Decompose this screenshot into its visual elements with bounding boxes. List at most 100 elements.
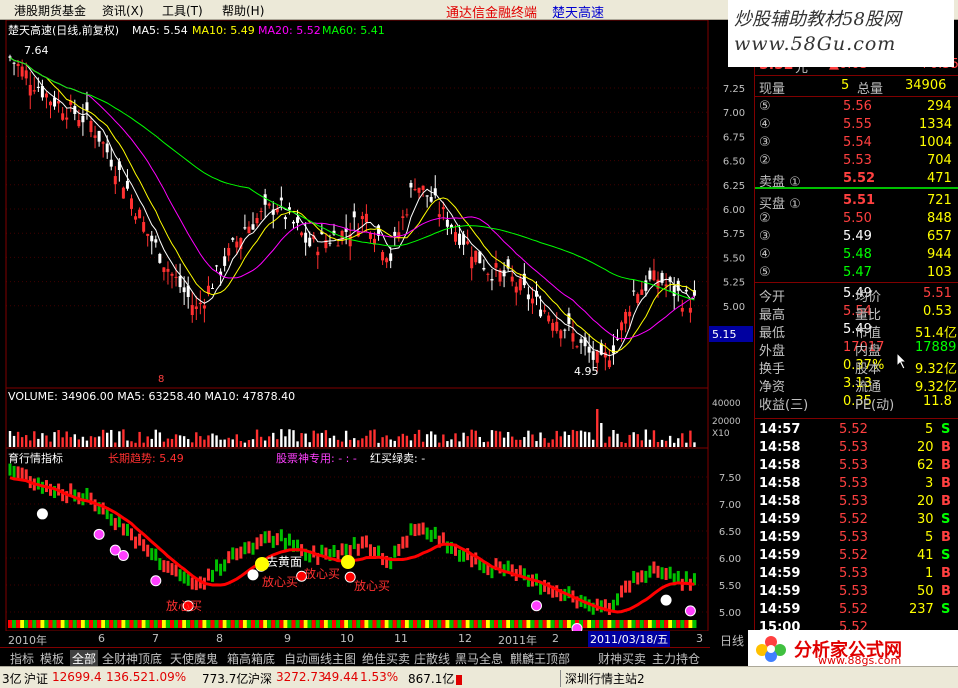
indicator-bar — [664, 567, 668, 580]
sell-level-label: ③ — [759, 135, 771, 150]
buy-level-label: ⑤ — [759, 265, 771, 280]
tab-1[interactable]: 模板 — [40, 650, 64, 667]
candle-body — [198, 302, 202, 305]
signal-strip-cell — [84, 620, 89, 628]
ind-tick-label: 5.00 — [719, 608, 741, 619]
candle-body — [28, 84, 32, 96]
indicator-bar — [409, 523, 413, 536]
tab-3[interactable]: 全财神顶底 — [102, 650, 162, 667]
volume-bar — [462, 432, 465, 447]
volume-bar — [555, 430, 558, 447]
candle-body — [482, 267, 486, 270]
signal-dot — [150, 575, 162, 587]
tab-10[interactable]: 麒麟王顶部 — [510, 650, 570, 667]
volume-bar — [592, 439, 595, 447]
chart-area[interactable]: 7.25 7.00 6.75 6.50 6.25 6.00 5.75 5.50 5.25 5.00… — [0, 20, 754, 631]
candle-body — [607, 360, 611, 368]
signal-strip-cell — [101, 620, 106, 628]
candle-body — [632, 290, 636, 292]
tab-12[interactable]: 主力持仓 — [652, 650, 700, 667]
indicator-bar — [393, 545, 397, 558]
status-hs-label[interactable]: 沪深 — [248, 670, 272, 687]
status-bar: 3亿 沪证 12699.4 136.52 1.09% 773.7亿 沪深 327… — [0, 666, 958, 688]
tab-2[interactable]: 全部 — [70, 650, 99, 667]
indicator-bar — [405, 535, 409, 548]
smiley-face-icon — [341, 555, 355, 569]
candle-body — [636, 294, 640, 303]
indicator-bar — [8, 463, 12, 476]
signal-strip-cell — [8, 620, 12, 628]
volume-bar — [446, 441, 449, 447]
candle-body — [579, 339, 583, 343]
volume-bar — [442, 434, 445, 447]
signal-strip-cell — [656, 620, 660, 628]
indicator-bar — [360, 536, 364, 549]
tab-5[interactable]: 箱高箱底 — [227, 650, 275, 667]
candle-body — [300, 232, 304, 236]
candle-body — [101, 142, 105, 144]
signal-strip-cell — [396, 620, 401, 628]
tick-row: 14:57 5.52 5 S — [755, 421, 958, 439]
candle-body — [97, 130, 101, 142]
indicator-bar — [636, 572, 640, 585]
indicator-bar — [644, 570, 648, 583]
volume-bar — [146, 436, 149, 447]
menu-item-help[interactable]: 帮助(H) — [222, 2, 264, 19]
smiley-face-icon — [255, 557, 269, 571]
volume-bar — [308, 442, 311, 447]
volume-bar — [312, 430, 315, 447]
volume-bar — [640, 440, 643, 447]
tab-8[interactable]: 庄散线 — [414, 650, 450, 667]
candle-body — [385, 258, 389, 263]
signal-strip-cell — [44, 620, 49, 628]
volume-bar — [693, 442, 696, 447]
candle-body — [587, 346, 591, 353]
candle-body — [121, 187, 125, 199]
candle-body — [620, 322, 624, 331]
total-volume: 34906 — [905, 78, 947, 93]
date-current: 2011/03/18/五 — [588, 631, 671, 647]
chart-grid: 7.25 7.00 6.75 6.50 6.25 6.00 5.75 5.50 5.25 5.00… — [6, 84, 745, 619]
tab-11[interactable]: 财神买卖 — [598, 650, 646, 667]
period-label[interactable]: 日线 — [720, 632, 744, 649]
status-sh-label[interactable]: 沪证 — [24, 670, 48, 687]
volume-bar — [316, 433, 319, 447]
signal-strip-cell — [246, 620, 251, 628]
volume-bar — [636, 434, 639, 447]
y-tick-label: 6.50 — [723, 157, 745, 168]
menu-item-hk-futures[interactable]: 港股期货基金 — [14, 2, 86, 19]
volume-bar — [486, 441, 490, 447]
tab-6[interactable]: 自动画线主图 — [284, 650, 356, 667]
tab-9[interactable]: 黑马全息 — [455, 650, 503, 667]
signal-strip-cell — [153, 620, 158, 628]
signal-dot — [571, 623, 583, 631]
candle-body — [20, 66, 24, 77]
signal-strip-cell — [530, 620, 535, 628]
menu-item-news[interactable]: 资讯(X) — [102, 2, 144, 19]
signal-strip-cell — [206, 620, 211, 628]
status-server[interactable]: 深圳行情主站2 — [560, 670, 645, 687]
candle-body — [255, 218, 259, 224]
tab-7[interactable]: 绝佳买卖 — [362, 650, 410, 667]
volume-bar — [494, 430, 498, 447]
menu-item-tools[interactable]: 工具(T) — [162, 2, 203, 19]
indicator-bar — [595, 598, 599, 611]
date-label-7: 7 — [152, 632, 159, 645]
indicator-bar — [174, 564, 178, 577]
ind-tick-label: 5.50 — [719, 581, 741, 592]
tab-0[interactable]: 指标 — [10, 650, 34, 667]
trend-line — [9, 476, 695, 614]
candle-body — [134, 216, 138, 220]
indicator-bar — [425, 527, 429, 540]
indicator-bar — [239, 546, 243, 559]
indicator-bar — [12, 465, 16, 478]
volume-bar — [470, 429, 473, 447]
signal-strip-cell — [89, 620, 93, 628]
status-hs-amount: 867.1亿 — [408, 672, 455, 686]
tab-4[interactable]: 天使魔鬼 — [170, 650, 218, 667]
indicator-bar — [433, 526, 437, 539]
signal-strip-cell — [332, 620, 336, 628]
volume-bar — [506, 431, 510, 447]
sell-level-label: ⑤ — [759, 99, 771, 114]
indicator-bar — [142, 539, 146, 552]
